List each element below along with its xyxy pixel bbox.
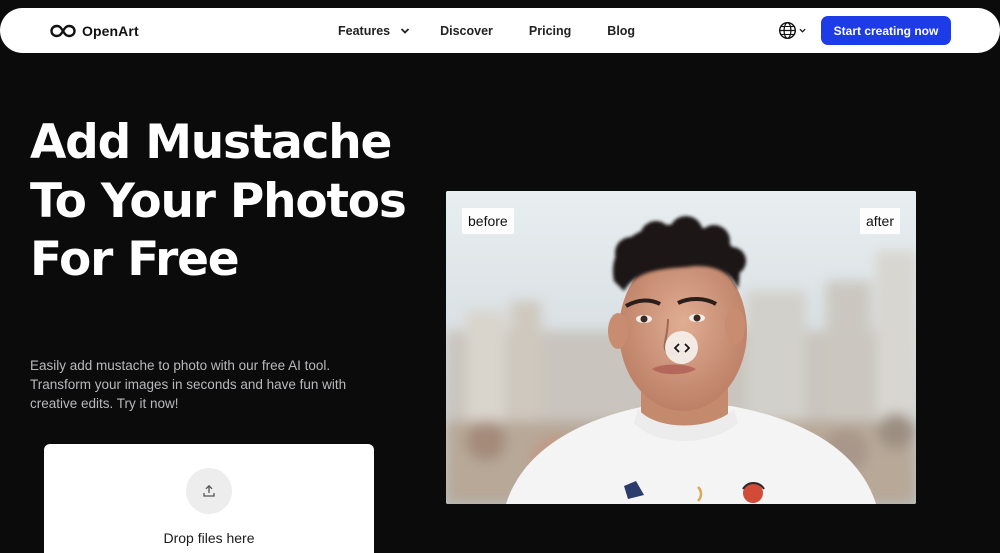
language-selector[interactable] (778, 21, 806, 40)
upload-dropzone[interactable]: Drop files here (44, 444, 374, 553)
drop-files-label: Drop files here (163, 530, 255, 546)
before-label: before (462, 208, 514, 234)
nav-features-label: Features (338, 23, 391, 38)
after-label: after (859, 208, 900, 234)
chevron-down-icon (799, 28, 806, 33)
nav-features[interactable]: Features (338, 24, 410, 38)
chevron-down-icon (400, 27, 410, 34)
nav-blog[interactable]: Blog (607, 24, 635, 38)
infinity-logo-icon (50, 24, 76, 37)
top-navbar: OpenArt Features Discover Pricing Blog S… (0, 8, 1000, 53)
before-after-comparison[interactable]: before after (446, 191, 916, 504)
start-creating-button[interactable]: Start creating now (821, 16, 951, 45)
left-right-chevrons-icon (673, 342, 690, 353)
hero-title: Add Mustache To Your Photos For Free (30, 115, 407, 287)
nav-discover[interactable]: Discover (440, 24, 493, 38)
nav-links: Features Discover Pricing Blog (338, 8, 635, 53)
nav-pricing[interactable]: Pricing (529, 24, 571, 38)
hero-subtitle: Easily add mustache to photo with our fr… (30, 358, 347, 411)
brand-name: OpenArt (82, 22, 139, 39)
brand-logo[interactable]: OpenArt (50, 8, 139, 53)
comparison-slider-handle[interactable] (665, 331, 698, 364)
globe-icon (778, 21, 797, 40)
upload-button[interactable] (186, 468, 232, 514)
upload-icon (203, 484, 215, 497)
